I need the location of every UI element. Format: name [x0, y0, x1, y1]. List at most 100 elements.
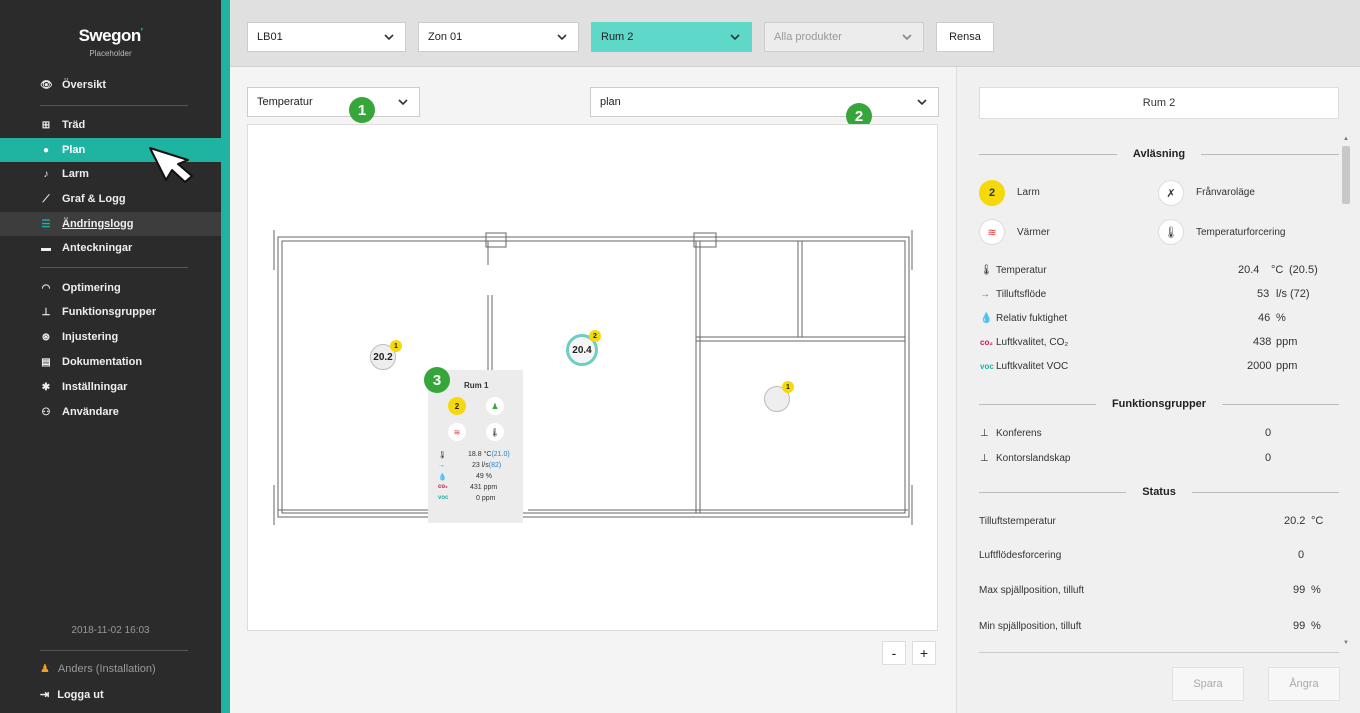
sensor-alarm-badge: 2	[589, 330, 601, 342]
tooltip-co2: co₂ 431 ppm	[438, 484, 518, 491]
hierarchy-icon: ⊥	[980, 428, 989, 439]
sidebar-item-graf-logg[interactable]: ⟋ Graf & Logg	[0, 187, 221, 211]
heater-icon: ≋	[448, 423, 466, 441]
group-label: Konferens	[996, 428, 1042, 439]
lb-select[interactable]: LB01	[247, 22, 406, 52]
sidebar-divider	[40, 267, 188, 268]
sidebar-item-label: Användare	[62, 406, 119, 418]
callout-badge-3: 3	[424, 367, 450, 393]
zone-select-value: Zon 01	[428, 31, 463, 43]
gear-icon: ✱	[41, 381, 51, 393]
comment-icon: ▬	[41, 242, 51, 254]
sidebar-item-injustering[interactable]: ⊛ Injustering	[0, 325, 221, 349]
sidebar-item-andringslogg[interactable]: ☰ Ändringslogg	[0, 212, 221, 236]
section-status: Status	[979, 485, 1339, 499]
group-value: 0	[1265, 427, 1272, 439]
panel-room-title: Rum 2	[979, 87, 1339, 119]
tree-icon: ⊞	[41, 119, 51, 131]
scrollbar-thumb[interactable]	[1342, 146, 1350, 204]
temp-force-label: Temperaturforcering	[1196, 227, 1286, 238]
sidebar-item-label: Larm	[62, 168, 89, 180]
reading-value: 20.4	[1238, 264, 1260, 276]
eye-icon: 👁	[40, 79, 53, 91]
sidebar-item-label: Optimering	[62, 282, 121, 294]
logout-label: Logga ut	[57, 688, 104, 701]
location-pin-icon: ●	[42, 144, 50, 156]
section-title: Funktionsgrupper	[1111, 398, 1207, 410]
tooltip-flow-setpoint: (82)	[488, 462, 502, 469]
status-label: Tilluftstemperatur	[979, 516, 1056, 527]
chevron-down-icon	[384, 34, 394, 41]
undo-button[interactable]: Ångra	[1268, 667, 1340, 701]
sidebar: Swegon′ Placeholder 👁 Översikt ⊞ Träd ● …	[0, 0, 221, 713]
thermometer-icon: 🌡	[438, 452, 447, 459]
users-icon: ⚇	[41, 406, 51, 418]
floor-plan-walls	[273, 230, 913, 525]
sensor-alarm-badge: 1	[390, 340, 402, 352]
reading-value: 438	[1253, 336, 1272, 348]
sidebar-item-oversikt[interactable]: 👁 Översikt	[0, 73, 221, 97]
sidebar-item-trad[interactable]: ⊞ Träd	[0, 113, 221, 137]
section-reading: Avläsning	[979, 147, 1340, 161]
heater-icon[interactable]: ≋	[979, 219, 1005, 245]
user-name: Anders (Installation)	[57, 662, 156, 675]
absence-icon[interactable]: ✗	[1158, 180, 1184, 206]
products-select[interactable]: Alla produkter	[764, 22, 924, 52]
alarm-count-badge[interactable]: 2	[979, 180, 1005, 206]
floor-plan[interactable]	[247, 124, 938, 631]
reading-setpoint: (72)	[1290, 288, 1310, 300]
zone-select[interactable]: Zon 01	[418, 22, 579, 52]
sidebar-item-installningar[interactable]: ✱ Inställningar	[0, 375, 221, 399]
thermometer-icon[interactable]: 🌡	[1158, 219, 1184, 245]
logo: Swegon′ Placeholder	[0, 26, 221, 58]
zoom-out-button[interactable]: -	[882, 641, 906, 665]
reading-setpoint: (20.5)	[1289, 264, 1318, 276]
tooltip-co2-value: 431 ppm	[470, 484, 498, 491]
reading-unit: °C	[1271, 264, 1284, 276]
thermometer-icon: 🌡	[980, 265, 993, 276]
logout-button[interactable]: ⇥ Logga ut	[40, 688, 104, 702]
reading-label: Tilluftsflöde	[996, 289, 1047, 300]
status-value: 0	[1298, 549, 1305, 561]
sidebar-item-anvandare[interactable]: ⚇ Användare	[0, 400, 221, 424]
section-function-groups: Funktionsgrupper	[979, 397, 1340, 411]
scroll-down-icon[interactable]: ▼	[1343, 640, 1349, 646]
sidebar-item-anteckningar[interactable]: ▬ Anteckningar	[0, 236, 221, 260]
sidebar-item-dokumentation[interactable]: ▤ Dokumentation	[0, 350, 221, 374]
brand-subtitle: Placeholder	[89, 49, 132, 58]
sidebar-item-label: Injustering	[62, 331, 119, 343]
sensor-alarm-badge: 1	[782, 381, 794, 393]
save-button[interactable]: Spara	[1172, 667, 1244, 701]
sidebar-item-label: Dokumentation	[62, 356, 143, 368]
lb-select-value: LB01	[257, 31, 283, 43]
voc-icon: voc	[980, 362, 994, 371]
room-select-value: Rum 2	[601, 31, 634, 43]
layer-select-value: plan	[600, 96, 621, 108]
room-select[interactable]: Rum 2	[591, 22, 752, 52]
droplet-icon: 💧	[980, 313, 993, 324]
reading-unit: %	[1276, 312, 1286, 324]
co2-icon: co₂	[980, 338, 993, 347]
current-user[interactable]: ♟ Anders (Installation)	[40, 662, 156, 676]
group-label: Kontorslandskap	[996, 453, 1071, 464]
sidebar-item-optimering[interactable]: ◠ Optimering	[0, 276, 221, 300]
brand-name: Swegon	[78, 26, 142, 45]
sidebar-divider	[40, 105, 188, 106]
scroll-up-icon[interactable]: ▲	[1343, 136, 1349, 142]
line-chart-icon: ⟋	[42, 193, 50, 205]
zoom-in-button[interactable]: +	[912, 641, 936, 665]
chevron-down-icon	[557, 34, 567, 41]
fan-icon: ⊛	[41, 331, 51, 343]
panel-divider	[979, 652, 1339, 653]
panel-scrollbar[interactable]: ▲ ▼	[1341, 136, 1351, 650]
callout-badge-1: 1	[349, 97, 375, 123]
arrow-right-icon: →	[438, 462, 445, 469]
clear-button[interactable]: Rensa	[936, 22, 994, 52]
document-icon: ▤	[41, 356, 51, 368]
sidebar-item-funktionsgrupper[interactable]: ⊥ Funktionsgrupper	[0, 300, 221, 324]
view-select[interactable]: Temperatur	[247, 87, 420, 117]
sensor-value: 20.4	[572, 344, 592, 356]
sidebar-accent-bar	[221, 0, 230, 713]
gauge-icon: ◠	[41, 282, 51, 294]
layer-select[interactable]: plan	[590, 87, 939, 117]
